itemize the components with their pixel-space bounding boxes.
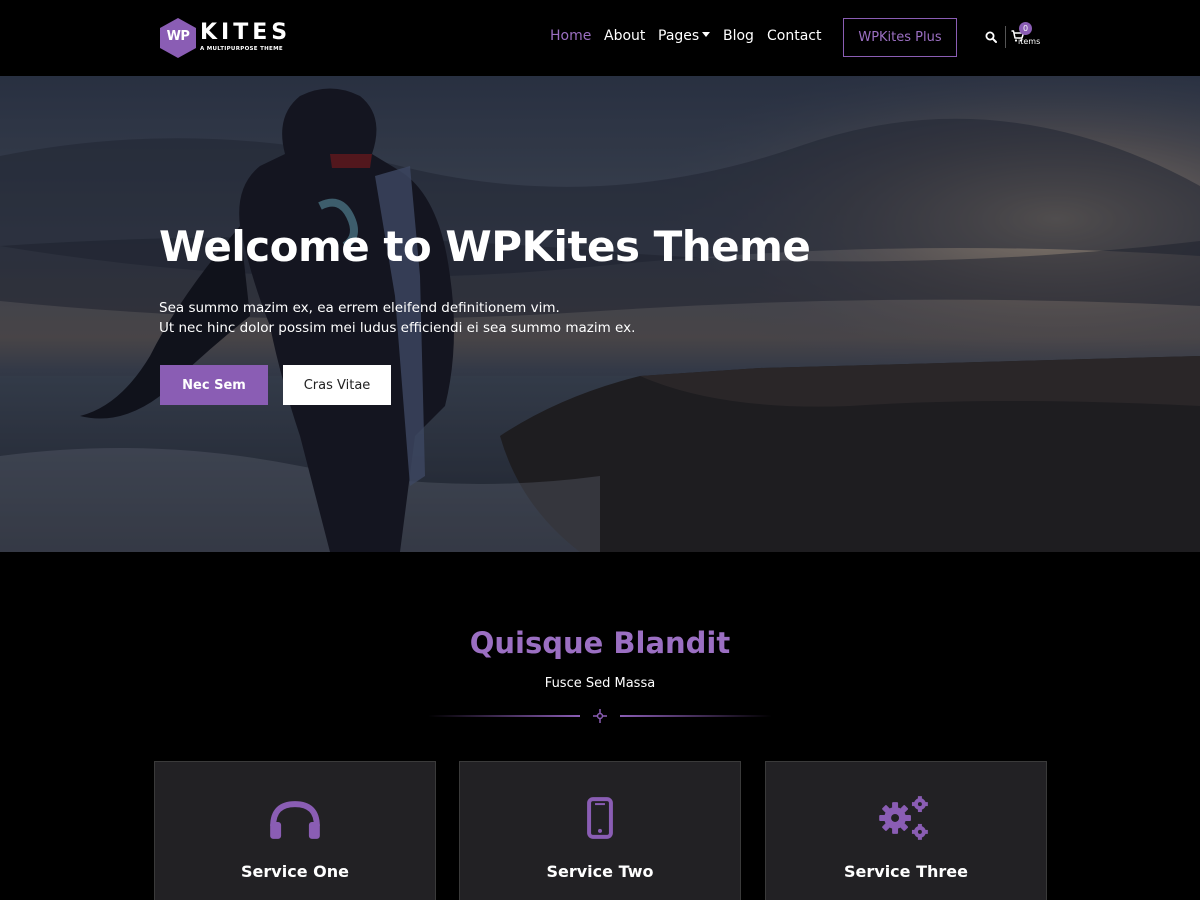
service-card-three[interactable]: Service Three [765,761,1047,900]
search-icon[interactable] [985,31,997,43]
nav-item-home[interactable]: Home [550,26,591,46]
service-card-two[interactable]: Service Two [459,761,741,900]
divider-line-right [620,715,772,717]
nav-item-contact[interactable]: Contact [767,26,821,46]
cart-label: items [1018,37,1041,46]
hero-description-line-1: Sea summo mazim ex, ea errem eleifend de… [159,300,560,316]
logo-tagline: A MULTIPURPOSE THEME [200,46,283,52]
service-card-title: Service Two [546,862,654,881]
section-title: Quisque Blandit [469,626,731,660]
nav-item-pages-label: Pages [658,28,700,44]
crosshair-ornament-icon [593,709,607,723]
nec-sem-button[interactable]: Nec Sem [160,365,268,405]
nav-item-pages[interactable]: Pages [658,26,711,46]
cart[interactable]: 0 items [1011,22,1045,50]
wpkites-plus-button[interactable]: WPKites Plus [843,18,957,57]
service-card-title: Service Three [844,862,968,881]
hero-banner: Welcome to WPKites Theme Sea summo mazim… [0,76,1200,552]
header-divider [1005,26,1006,48]
service-card-title: Service One [241,862,349,881]
nav-item-blog[interactable]: Blog [723,26,754,46]
section-subtitle: Fusce Sed Massa [544,676,656,691]
nav-item-about[interactable]: About [604,26,645,46]
service-card-one[interactable]: Service One [154,761,436,900]
hero-description-line-2: Ut nec hinc dolor possim mei ludus effic… [159,320,636,336]
divider-line-left [428,715,580,717]
gears-icon [879,796,928,840]
cart-count-badge: 0 [1019,22,1032,35]
caret-down-icon [702,32,711,37]
headphones-icon [270,801,320,839]
cras-vitae-button[interactable]: Cras Vitae [283,365,391,405]
mobile-phone-icon [587,797,613,839]
site-header: WP KITES A MULTIPURPOSE THEME Home About… [0,0,1200,76]
hero-title: Welcome to WPKites Theme [159,222,811,271]
